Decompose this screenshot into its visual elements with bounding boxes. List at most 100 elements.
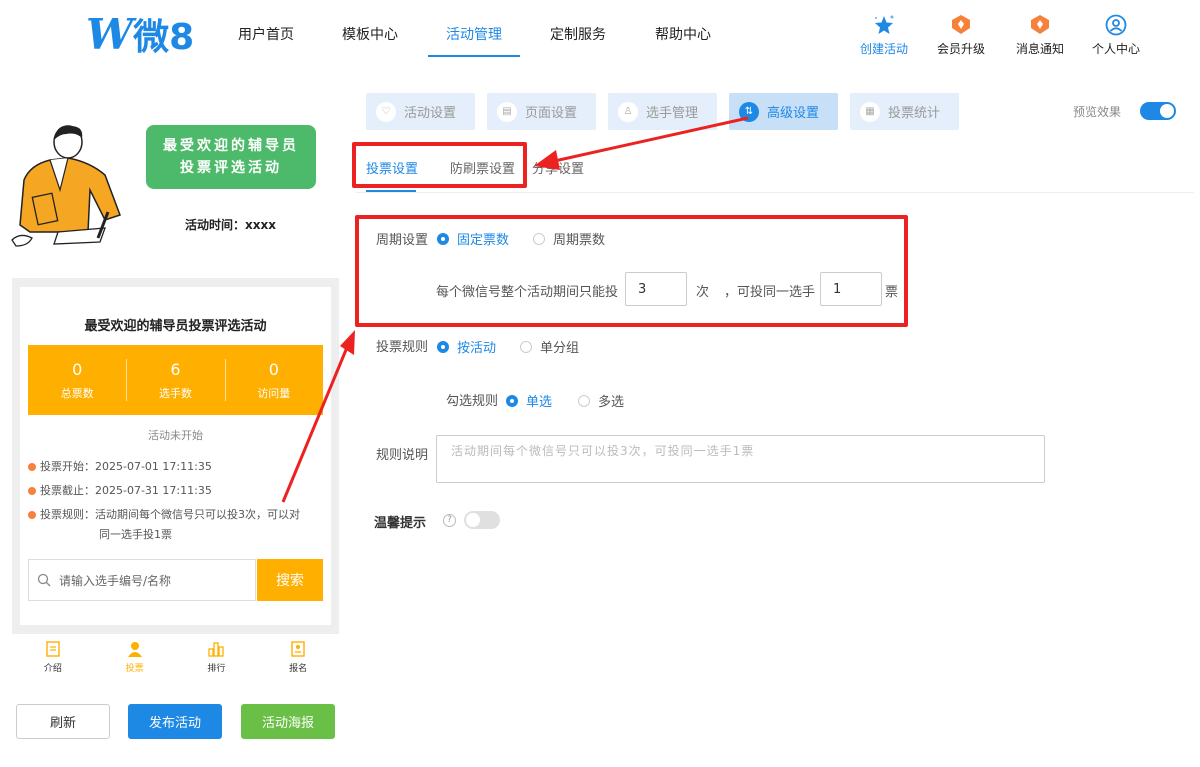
illustration-person-writing xyxy=(10,120,130,250)
tabbar-label: 投票 xyxy=(125,664,144,674)
preview-search-button[interactable]: 搜索 xyxy=(257,559,323,601)
vote-end-text: 投票截止：2025-07-31 17:11:35 xyxy=(40,484,212,497)
settings-tabs: ♡ 活动设置 ▤ 页面设置 ♙ 选手管理 ⇅ 高级设置 ▦ 投票统计 xyxy=(366,93,959,130)
vote-start-row: 投票开始：2025-07-01 17:11:35 xyxy=(28,457,323,477)
vote-end-row: 投票截止：2025-07-31 17:11:35 xyxy=(28,481,323,501)
notifications-label: 消息通知 xyxy=(1016,42,1065,56)
tabbar-label: 报名 xyxy=(289,664,308,674)
chart-icon: ▦ xyxy=(860,101,880,122)
tab-advanced-settings[interactable]: ⇅ 高级设置 xyxy=(729,93,838,130)
bell-badge-icon xyxy=(1029,14,1051,36)
logo[interactable]: W 微8 xyxy=(86,9,194,59)
activity-time-label: 活动时间：xxxx xyxy=(185,218,276,232)
tab-activity-settings[interactable]: ♡ 活动设置 xyxy=(366,93,475,130)
stat-total-votes: 0 总票数 xyxy=(28,345,126,415)
vote-rule-row: 投票规则：活动期间每个微信号只可以投3次，可以对 同一选手投1票 xyxy=(28,505,323,545)
card-title: 最受欢迎的辅导员投票评选活动 xyxy=(84,319,267,334)
tab-label: 投票统计 xyxy=(888,106,941,121)
stat-label: 选手数 xyxy=(158,386,192,400)
tab-label: 选手管理 xyxy=(646,106,699,121)
radio-single-select[interactable]: 单选 xyxy=(506,391,552,410)
radio-by-group[interactable]: 单分组 xyxy=(520,337,579,356)
tabbar-ranking[interactable]: 排行 xyxy=(176,634,258,680)
create-activity-button[interactable]: 创建活动 xyxy=(860,14,908,57)
help-icon[interactable]: ? xyxy=(443,514,456,527)
tab-page-settings[interactable]: ▤ 页面设置 xyxy=(487,93,596,130)
stat-players: 6 选手数 xyxy=(126,345,224,415)
create-activity-label: 创建活动 xyxy=(860,42,909,56)
person-icon: ♙ xyxy=(618,101,638,122)
preview-search-input[interactable]: 请输入选手编号/名称 xyxy=(28,559,256,601)
preview-banner-title: 最受欢迎的辅导员 投票评选活动 xyxy=(146,125,316,189)
radio-unchecked-icon xyxy=(520,340,532,353)
tabbar-label: 介绍 xyxy=(43,664,62,674)
stat-label: 访问量 xyxy=(257,386,291,400)
document-icon xyxy=(46,641,60,657)
nav-templates[interactable]: 模板中心 xyxy=(342,24,398,44)
highlight-box-cycle-settings xyxy=(355,215,908,327)
tab-label: 活动设置 xyxy=(404,106,457,121)
nav-activity-management[interactable]: 活动管理 xyxy=(446,24,502,44)
banner-line-2: 投票评选活动 xyxy=(180,160,282,176)
publish-activity-button[interactable]: 发布活动 xyxy=(128,704,222,739)
search-placeholder: 请输入选手编号/名称 xyxy=(59,573,172,588)
bullet-dot-icon xyxy=(28,463,36,471)
stat-visits: 0 访问量 xyxy=(224,345,323,415)
refresh-button[interactable]: 刷新 xyxy=(16,704,110,739)
radio-by-activity[interactable]: 按活动 xyxy=(437,337,496,356)
warm-tip-label: 温馨提示 xyxy=(374,516,427,531)
user-circle-icon xyxy=(1105,14,1127,36)
tab-player-management[interactable]: ♙ 选手管理 xyxy=(608,93,717,130)
logo-letter: W xyxy=(86,9,133,59)
vote-rule-text-2: 同一选手投1票 xyxy=(99,528,172,541)
bullet-dot-icon xyxy=(28,511,36,519)
tab-vote-statistics[interactable]: ▦ 投票统计 xyxy=(850,93,959,130)
bullet-dot-icon xyxy=(28,487,36,495)
warm-tip-toggle[interactable] xyxy=(464,511,500,529)
search-icon xyxy=(37,573,51,587)
heart-icon: ♡ xyxy=(376,101,396,122)
nav-help[interactable]: 帮助中心 xyxy=(655,24,711,44)
arrow-head xyxy=(340,330,355,355)
stat-value: 0 xyxy=(268,359,279,379)
rule-description-label: 规则说明 xyxy=(376,448,429,463)
nav-custom-service[interactable]: 定制服务 xyxy=(550,24,606,44)
radio-label: 按活动 xyxy=(457,341,497,356)
radio-checked-icon xyxy=(437,340,449,353)
profile-button[interactable]: 个人中心 xyxy=(1092,14,1140,57)
profile-label: 个人中心 xyxy=(1092,42,1141,56)
preview-tabbar: 介绍 投票 排行 报名 xyxy=(12,634,339,680)
radio-checked-icon xyxy=(506,394,518,407)
check-rule-label: 勾选规则 xyxy=(446,394,499,409)
highlight-box-subtabs xyxy=(352,142,527,188)
radio-unchecked-icon xyxy=(578,394,590,407)
radio-multi-select[interactable]: 多选 xyxy=(578,391,624,410)
top-navbar: W 微8 用户首页 模板中心 活动管理 定制服务 帮助中心 创建活动 会员升级 … xyxy=(0,0,1200,70)
tabbar-vote[interactable]: 投票 xyxy=(94,634,176,680)
vote-rule-label: 投票规则 xyxy=(376,340,429,355)
medal-icon xyxy=(950,14,972,36)
activity-status: 活动未开始 xyxy=(148,429,203,442)
signup-icon xyxy=(291,641,305,657)
stat-label: 总票数 xyxy=(60,386,94,400)
stat-value: 0 xyxy=(72,359,83,379)
preview-card: 最受欢迎的辅导员投票评选活动 0 总票数 6 选手数 0 访问量 活动未开始 投… xyxy=(20,287,331,625)
activity-poster-button[interactable]: 活动海报 xyxy=(241,704,335,739)
stats-panel: 0 总票数 6 选手数 0 访问量 xyxy=(28,345,323,415)
radio-label: 单选 xyxy=(526,395,553,410)
nav-home[interactable]: 用户首页 xyxy=(238,24,294,44)
vote-start-text: 投票开始：2025-07-01 17:11:35 xyxy=(40,460,212,473)
tab-label: 页面设置 xyxy=(525,106,578,121)
rule-description-textarea[interactable]: 活动期间每个微信号只可以投3次，可投同一选手1票 xyxy=(436,435,1045,483)
tabbar-signup[interactable]: 报名 xyxy=(257,634,339,680)
sliders-icon: ⇅ xyxy=(739,101,759,122)
preview-toggle[interactable] xyxy=(1140,102,1176,120)
subtab-share[interactable]: 分享设置 xyxy=(532,158,584,177)
member-upgrade-button[interactable]: 会员升级 xyxy=(937,14,985,57)
tabbar-intro[interactable]: 介绍 xyxy=(12,634,94,680)
logo-text: 微8 xyxy=(133,17,195,58)
user-icon xyxy=(127,642,142,657)
page-icon: ▤ xyxy=(497,101,517,122)
ranking-icon xyxy=(208,642,225,657)
notifications-button[interactable]: 消息通知 xyxy=(1016,14,1064,57)
